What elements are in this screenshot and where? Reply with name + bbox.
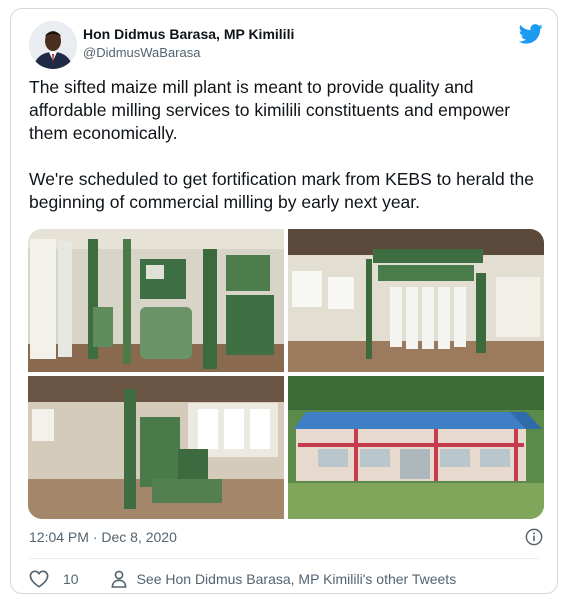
avatar-image (29, 21, 77, 69)
media-grid[interactable] (28, 229, 544, 519)
like-count: 10 (63, 571, 79, 587)
photo-mill-hall[interactable] (28, 376, 284, 519)
author-name[interactable]: Hon Didmus Barasa, MP Kimilili (83, 26, 294, 42)
photo-machine-interior[interactable] (28, 229, 284, 372)
other-tweets-link[interactable]: See Hon Didmus Barasa, MP Kimilili's oth… (111, 570, 457, 588)
tweet-paragraph: The sifted maize mill plant is meant to … (29, 77, 511, 143)
other-tweets-label: See Hon Didmus Barasa, MP Kimilili's oth… (136, 571, 457, 587)
like-button[interactable]: 10 (29, 570, 79, 588)
photo-sifter-plant[interactable] (288, 229, 544, 372)
media-photos (28, 229, 544, 519)
author-handle[interactable]: @DidmusWaBarasa (83, 45, 200, 60)
photo-building-exterior[interactable] (288, 376, 544, 519)
tweet-timestamp[interactable]: 12:04 PM · Dec 8, 2020 (29, 529, 177, 545)
divider (29, 558, 539, 559)
tweet-paragraph: We're scheduled to get fortification mar… (29, 169, 534, 212)
tweet-card: Hon Didmus Barasa, MP Kimilili @DidmusWa… (10, 8, 558, 594)
avatar[interactable] (29, 21, 77, 69)
twitter-bird-icon[interactable] (519, 23, 543, 45)
heart-icon (29, 570, 49, 588)
tweet-actions: 10 See Hon Didmus Barasa, MP Kimilili's … (29, 569, 456, 589)
person-icon (111, 570, 127, 588)
info-icon[interactable] (525, 528, 543, 546)
tweet-text: The sifted maize mill plant is meant to … (29, 76, 544, 214)
